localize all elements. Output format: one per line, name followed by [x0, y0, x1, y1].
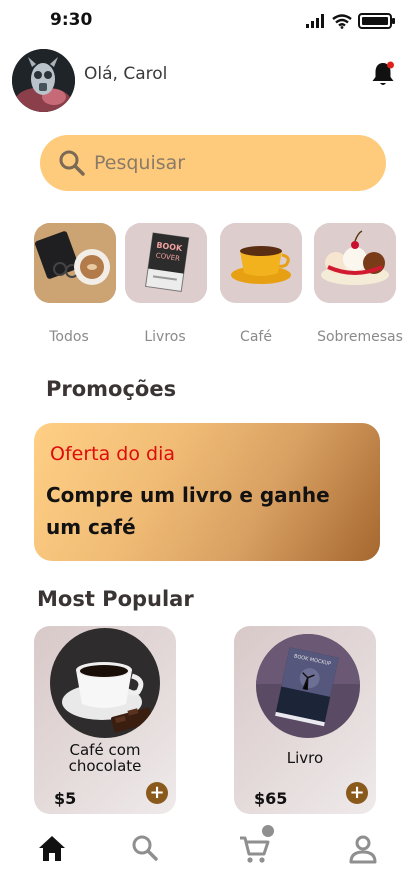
- status-icons: [306, 13, 396, 29]
- add-button-cafe[interactable]: +: [146, 782, 168, 804]
- product-name-cafe: Café com chocolate: [68, 741, 142, 775]
- promo-title: Compre um livro e ganhe um café: [46, 483, 330, 539]
- sobremesas-image: [314, 223, 396, 303]
- product-card-livro[interactable]: BOOK MOCKUP Livro $65 +: [234, 626, 376, 814]
- category-label-sobremesas: Sobremesas: [317, 329, 403, 345]
- cafe-image: [220, 223, 302, 303]
- product-price-livro: $65: [254, 789, 288, 808]
- livros-image: BOOK COVER: [125, 223, 207, 303]
- status-time: 9:30: [50, 10, 93, 30]
- category-label-cafe: Café: [240, 329, 272, 345]
- category-sobremesas[interactable]: [314, 223, 396, 303]
- signal-icon: [306, 14, 324, 28]
- todos-image: [34, 223, 116, 303]
- promo-card[interactable]: Oferta do dia Compre um livro e ganhe um…: [34, 423, 380, 561]
- search-bar[interactable]: Pesquisar: [40, 135, 386, 191]
- category-livros[interactable]: BOOK COVER: [125, 223, 207, 303]
- status-bar: 9:30: [0, 0, 414, 44]
- cart-badge: [262, 825, 274, 837]
- product-name-livro: Livro: [286, 749, 324, 767]
- wifi-icon: [332, 13, 352, 29]
- notification-dot: [387, 61, 394, 69]
- tab-search-icon[interactable]: [131, 834, 159, 862]
- category-label-todos: Todos: [49, 329, 89, 345]
- battery-icon: [358, 13, 395, 29]
- add-button-livro[interactable]: +: [346, 782, 368, 804]
- bell-icon[interactable]: [370, 60, 396, 88]
- product-image-livro: BOOK MOCKUP: [256, 634, 360, 738]
- avatar-image: [12, 49, 75, 112]
- tab-bar: [0, 825, 414, 876]
- category-label-livros: Livros: [144, 329, 186, 345]
- product-price-cafe: $5: [54, 789, 77, 808]
- popular-title: Most Popular: [37, 587, 194, 611]
- search-input[interactable]: Pesquisar: [94, 152, 185, 174]
- home-icon[interactable]: [37, 834, 67, 862]
- promotions-title: Promoções: [46, 377, 177, 401]
- product-image-cafe: [50, 628, 160, 738]
- header: Olá, Carol: [0, 44, 414, 116]
- avatar[interactable]: [12, 49, 75, 112]
- search-icon: [59, 150, 85, 176]
- cart-icon[interactable]: [238, 834, 270, 864]
- product-card-cafe[interactable]: Café com chocolate $5 +: [34, 626, 176, 814]
- greeting: Olá, Carol: [84, 64, 168, 84]
- category-todos[interactable]: [34, 223, 116, 303]
- category-cafe[interactable]: [220, 223, 302, 303]
- profile-icon[interactable]: [348, 834, 378, 864]
- promo-subtitle: Oferta do dia: [50, 443, 175, 465]
